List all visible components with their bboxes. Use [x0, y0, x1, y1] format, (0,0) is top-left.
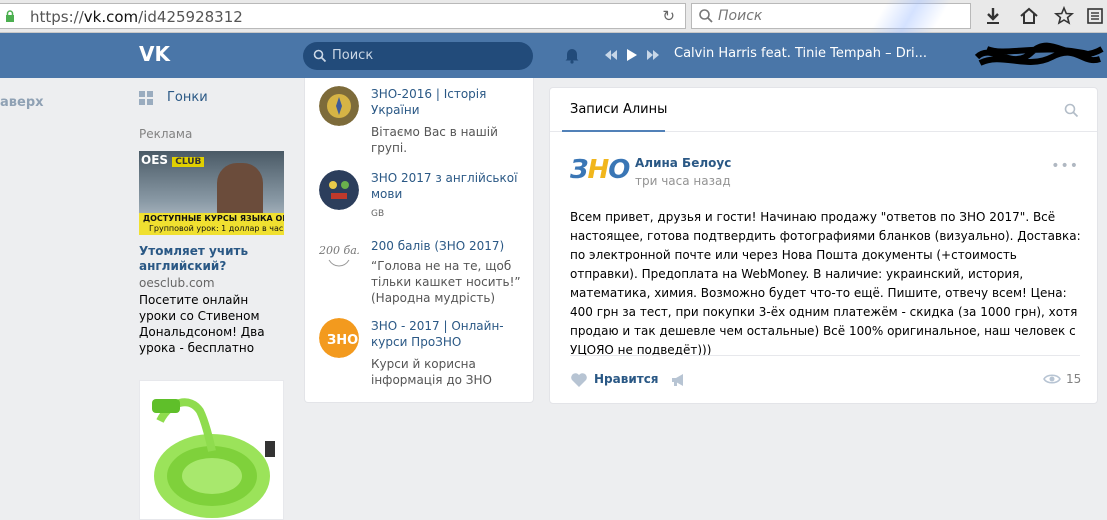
group-avatar — [319, 86, 359, 126]
vk-search-placeholder: Поиск — [332, 48, 374, 63]
groups-panel: ЗНО-2016 | Історія України Вітаємо Вас в… — [304, 78, 534, 403]
games-grid-icon — [139, 91, 153, 105]
svg-text:VK: VK — [139, 43, 171, 65]
url-host: vk.com — [83, 8, 139, 26]
url-path: /id425928312 — [138, 8, 243, 26]
views-eye-icon — [1043, 374, 1061, 384]
reload-icon[interactable]: ↻ — [662, 7, 675, 25]
group-description: GB — [371, 209, 385, 219]
divider — [570, 355, 1080, 356]
logo-letter: З — [570, 155, 589, 185]
post-text: Всем привет, друзья и гости! Начинаю про… — [570, 210, 1081, 357]
redacted-user-scribble — [974, 42, 1104, 66]
browser-toolbar: https://vk.com/id425928312 ↻ Поиск — [0, 0, 1107, 33]
author-avatar-zno-logo[interactable]: ЗНО — [570, 155, 630, 185]
previous-track-icon — [605, 50, 617, 60]
heart-icon[interactable] — [570, 372, 588, 388]
post-timestamp[interactable]: три часа назад — [635, 174, 731, 188]
wall-tab-bar: Записи Алины — [550, 88, 1097, 132]
now-playing-track[interactable]: Calvin Harris feat. Tinie Tempah – Dri..… — [674, 46, 927, 61]
ad-domain: oesclub.com — [139, 276, 215, 290]
ad-banner-line1: ДОСТУПНЫЕ КУРСЫ ЯЗЫКА ОНЛАЙН — [143, 214, 284, 223]
search-icon — [313, 49, 327, 63]
group-avatar — [319, 170, 359, 210]
logo-letter: О — [608, 155, 630, 185]
download-icon[interactable] — [982, 5, 1004, 27]
scroll-up-link[interactable]: аверх — [0, 95, 44, 110]
bookmark-star-icon[interactable] — [1053, 5, 1075, 27]
ad-brand-tag: CLUB — [172, 157, 205, 167]
vk-search-input[interactable]: Поиск — [303, 42, 533, 70]
ads-heading: Реклама — [139, 127, 193, 141]
search-icon — [699, 9, 713, 23]
group-description: Курси й корисна інформація до ЗНО — [371, 357, 492, 387]
play-icon — [627, 49, 637, 61]
ad-garden-hose-image[interactable] — [139, 380, 284, 520]
search-icon[interactable] — [1064, 103, 1079, 118]
group-description: Вітаємо Вас в нашій групі. — [371, 125, 498, 155]
sidebar-item-label: Гонки — [167, 90, 208, 105]
audio-player-controls[interactable] — [603, 47, 663, 63]
ad-brand-text: OES — [141, 153, 169, 167]
url-prefix: https:// — [30, 8, 84, 26]
group-avatar: ЗНО — [319, 318, 359, 358]
group-name[interactable]: 200 балів (ЗНО 2017) — [371, 238, 526, 254]
wall-post-panel: Записи Алины ЗНО Алина Белоус три часа н… — [549, 87, 1098, 404]
group-avatar: 200 балів — [319, 238, 359, 278]
tab-alina-posts[interactable]: Записи Алины — [570, 102, 667, 117]
ad-brand: OES CLUB — [141, 153, 205, 167]
garden-hose-picture — [152, 398, 275, 518]
theme-decoration — [840, 0, 980, 33]
browser-search-placeholder: Поиск — [718, 8, 763, 24]
ad-banner-line2: Групповой урок: 1 доллар в час! — [149, 224, 284, 233]
group-name[interactable]: ЗНО-2016 | Історія України — [371, 86, 526, 118]
svg-text:200 балів: 200 балів — [319, 244, 359, 257]
more-options-icon[interactable]: ••• — [1051, 158, 1079, 174]
ad-image[interactable]: OES CLUB ДОСТУПНЫЕ КУРСЫ ЯЗЫКА ОНЛАЙН Гр… — [139, 151, 284, 235]
next-track-icon — [647, 50, 659, 60]
lock-icon — [6, 10, 14, 22]
share-megaphone-icon[interactable] — [670, 372, 688, 388]
vk-top-header: VK Поиск Calvin Harris feat. Tinie Tempa… — [0, 33, 1107, 78]
address-bar[interactable]: https://vk.com/id425928312 ↻ — [0, 3, 686, 29]
url-text: https://vk.com/id425928312 — [30, 8, 243, 26]
views-count: 15 — [1066, 372, 1082, 386]
ad-title-link[interactable]: Утомляет учить английский? — [139, 244, 289, 274]
group-name[interactable]: ЗНО - 2017 | Онлайн-курси ПроЗНО — [371, 318, 526, 350]
like-button[interactable]: Нравится — [594, 372, 659, 386]
vk-logo-icon[interactable]: VK — [139, 43, 173, 65]
notifications-bell-icon[interactable] — [563, 46, 581, 64]
svg-text:ЗНО: ЗНО — [327, 333, 358, 348]
logo-letter: Н — [587, 155, 609, 185]
post-author-link[interactable]: Алина Белоус — [635, 156, 731, 170]
bookmarks-list-icon[interactable] — [1084, 5, 1106, 27]
ad-description: Посетите онлайн уроки со Стивеном Дональ… — [139, 293, 265, 355]
group-description: “Голова не на те, щоб тільки кашкет носи… — [371, 259, 521, 305]
group-name[interactable]: ЗНО 2017 з англійської мови — [371, 170, 526, 202]
active-tab-underline — [562, 130, 665, 132]
home-icon[interactable] — [1018, 5, 1040, 27]
